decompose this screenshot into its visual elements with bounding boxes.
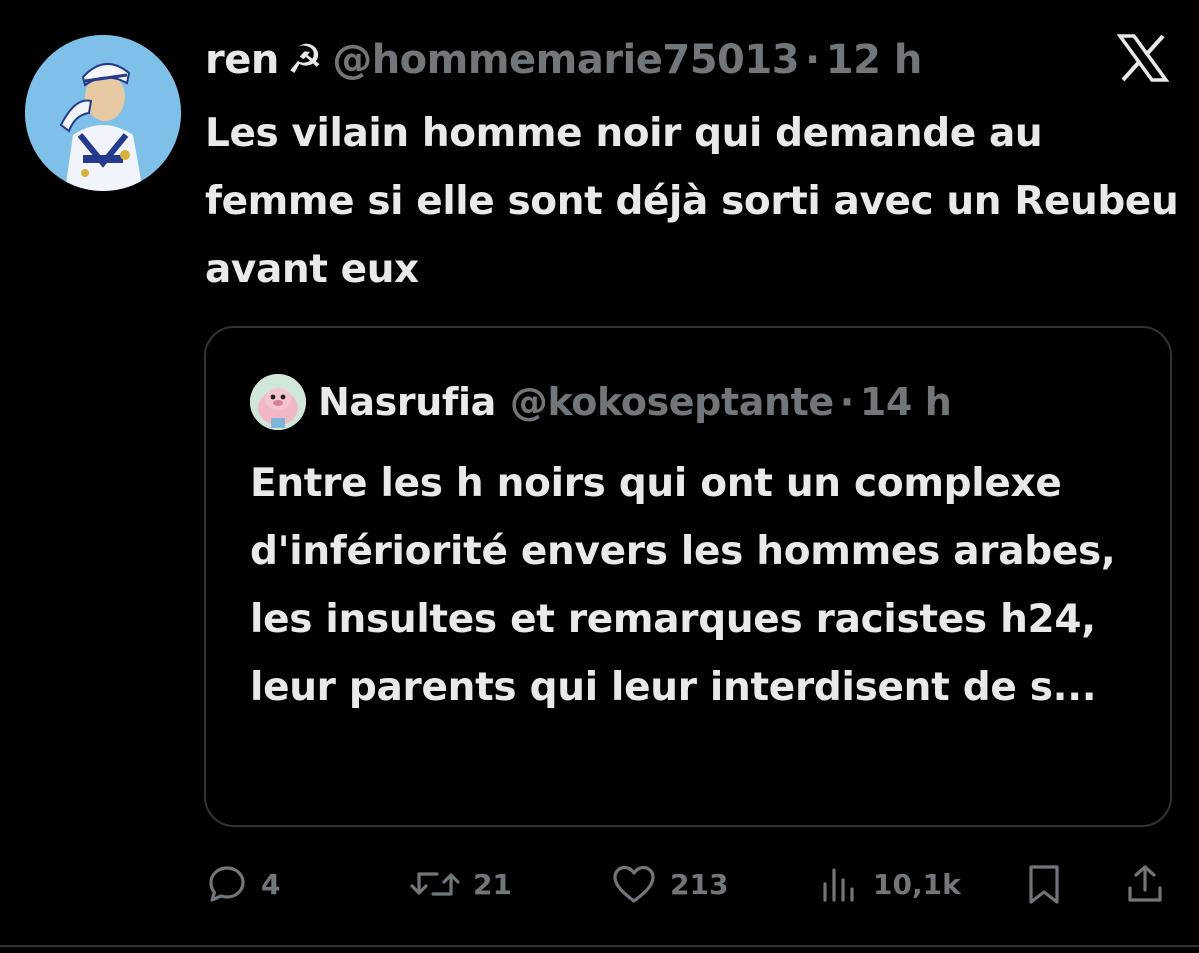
header-separator: · [805,37,820,83]
repost-button[interactable]: 21 [409,855,512,913]
action-bar: 4 21 213 10,1k [205,855,1169,913]
bookmark-button[interactable] [1022,855,1066,913]
author-handle[interactable]: @hommemarie75013 [332,37,799,83]
quoted-tweet-text: Entre les h noirs qui ont un complexe d'… [250,461,1116,710]
reply-count: 4 [261,867,281,901]
quoted-author-handle[interactable]: @kokoseptante [510,380,834,424]
author-avatar[interactable] [25,35,181,191]
reply-icon [205,862,249,906]
tweet-text: Les vilain homme noir qui demande au fem… [205,111,1179,292]
share-button[interactable] [1123,855,1167,913]
tweet-header: ren ☭ @hommemarie75013 · 12 h [205,30,1109,90]
quoted-author-avatar [250,374,306,430]
bottom-divider [0,945,1199,947]
quoted-tweet-card[interactable]: Nasrufia @kokoseptante · 14 h Entre les … [204,326,1172,827]
like-count: 213 [670,867,729,901]
quoted-author-name[interactable]: Nasrufia [318,380,496,424]
x-logo-icon[interactable] [1116,34,1170,82]
bookmark-icon [1022,862,1066,906]
views-button[interactable]: 10,1k [817,855,961,913]
quoted-header-separator: · [839,380,854,424]
reply-button[interactable]: 4 [205,855,280,913]
heart-icon [610,862,658,906]
repost-icon [409,862,461,906]
repost-count: 21 [473,867,512,901]
views-bar-chart-icon [817,862,861,906]
quoted-timestamp[interactable]: 14 h [860,380,952,424]
author-name[interactable]: ren [205,37,279,83]
author-emoji: ☭ [286,37,323,83]
like-button[interactable]: 213 [610,855,728,913]
quoted-tweet-header: Nasrufia @kokoseptante · 14 h [250,374,952,430]
views-count: 10,1k [873,867,961,901]
tweet-timestamp[interactable]: 12 h [826,37,923,83]
share-icon [1123,862,1167,906]
